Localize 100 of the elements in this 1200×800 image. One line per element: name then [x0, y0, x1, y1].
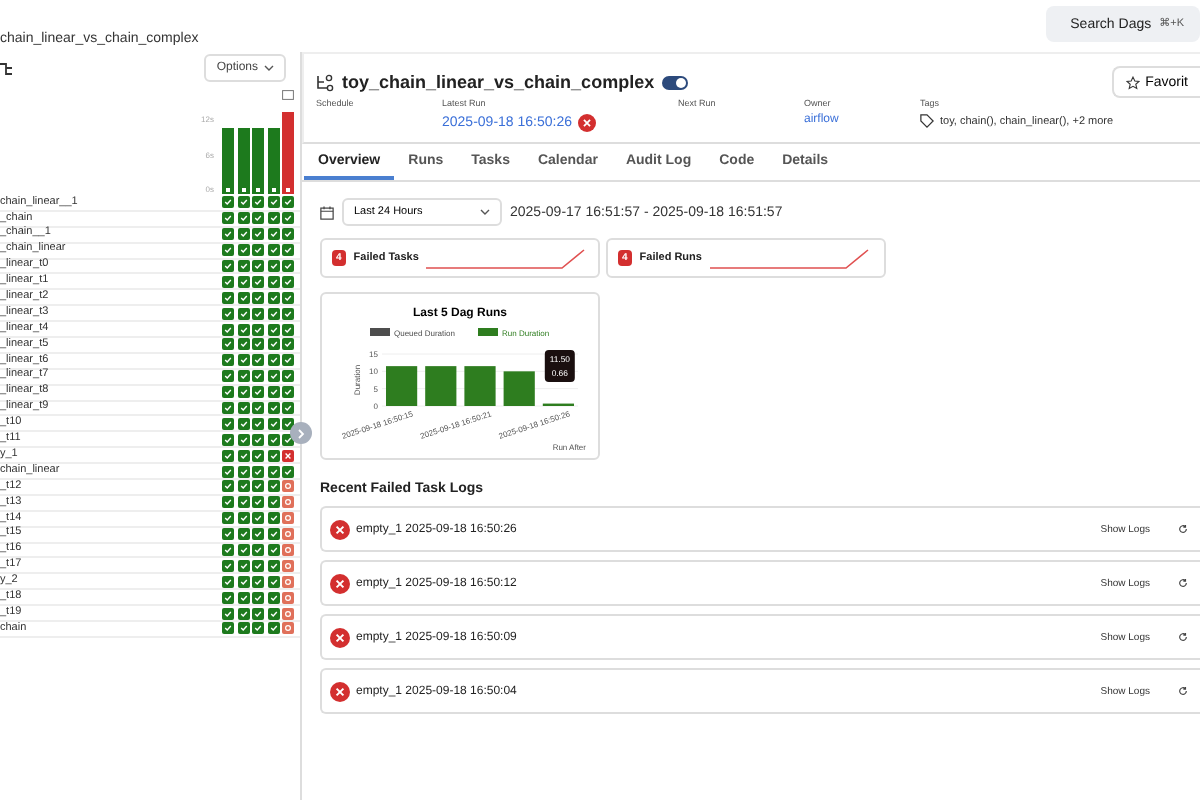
- task-instance-cell[interactable]: [282, 370, 294, 383]
- task-instance-cell[interactable]: [222, 528, 234, 541]
- task-instance-cell[interactable]: [252, 307, 264, 320]
- task-instance-cell[interactable]: [282, 512, 294, 525]
- task-instance-cell[interactable]: [252, 622, 264, 635]
- task-instance-cell[interactable]: [267, 386, 279, 399]
- task-instance-cell[interactable]: [267, 528, 279, 541]
- task-instance-cell[interactable]: [282, 354, 294, 367]
- task-instance-cell[interactable]: [252, 449, 264, 462]
- task-instance-cell[interactable]: [282, 544, 294, 557]
- task-instance-cell[interactable]: [267, 575, 279, 588]
- task-instance-cell[interactable]: [282, 622, 294, 635]
- task-instance-cell[interactable]: [237, 575, 249, 588]
- task-instance-cell[interactable]: [237, 370, 249, 383]
- task-instance-cell[interactable]: [237, 528, 249, 541]
- task-instance-cell[interactable]: [267, 212, 279, 225]
- task-instance-cell[interactable]: [282, 528, 294, 541]
- task-instance-cell[interactable]: [267, 607, 279, 620]
- task-instance-cell[interactable]: [237, 480, 249, 493]
- run-bar[interactable]: [237, 128, 249, 194]
- task-instance-cell[interactable]: [252, 212, 264, 225]
- task-instance-cell[interactable]: [267, 449, 279, 462]
- task-instance-cell[interactable]: [222, 291, 234, 304]
- task-instance-cell[interactable]: [237, 291, 249, 304]
- task-instance-cell[interactable]: [222, 196, 234, 209]
- task-instance-cell[interactable]: [252, 354, 264, 367]
- task-instance-cell[interactable]: [237, 496, 249, 509]
- graph-icon[interactable]: [0, 61, 12, 75]
- task-instance-cell[interactable]: [222, 433, 234, 446]
- task-instance-cell[interactable]: [252, 496, 264, 509]
- task-instance-cell[interactable]: [267, 544, 279, 557]
- task-instance-cell[interactable]: [252, 402, 264, 415]
- task-instance-cell[interactable]: [282, 402, 294, 415]
- task-instance-cell[interactable]: [222, 212, 234, 225]
- task-instance-cell[interactable]: [282, 260, 294, 272]
- task-instance-cell[interactable]: [282, 275, 294, 288]
- task-instance-cell[interactable]: [252, 465, 264, 478]
- task-instance-cell[interactable]: [282, 480, 294, 493]
- task-instance-cell[interactable]: [222, 465, 234, 478]
- task-instance-cell[interactable]: [267, 291, 279, 304]
- task-instance-cell[interactable]: [237, 275, 249, 288]
- task-instance-cell[interactable]: [222, 228, 234, 241]
- task-instance-cell[interactable]: [252, 512, 264, 525]
- task-instance-cell[interactable]: [222, 417, 234, 430]
- task-instance-cell[interactable]: [267, 622, 279, 635]
- task-instance-cell[interactable]: [237, 307, 249, 320]
- task-instance-cell[interactable]: [267, 275, 279, 288]
- task-instance-cell[interactable]: [267, 591, 279, 604]
- task-instance-cell[interactable]: [267, 480, 279, 493]
- task-instance-cell[interactable]: [222, 496, 234, 509]
- task-instance-cell[interactable]: [267, 196, 279, 209]
- task-instance-cell[interactable]: [282, 212, 294, 225]
- task-instance-cell[interactable]: [267, 338, 279, 351]
- task-instance-cell[interactable]: [237, 449, 249, 462]
- task-instance-cell[interactable]: [237, 402, 249, 415]
- task-instance-cell[interactable]: [237, 607, 249, 620]
- active-toggle[interactable]: [662, 75, 689, 89]
- task-instance-cell[interactable]: [222, 512, 234, 525]
- task-instance-cell[interactable]: [237, 465, 249, 478]
- task-instance-cell[interactable]: [237, 338, 249, 351]
- task-instance-cell[interactable]: [237, 433, 249, 446]
- task-instance-cell[interactable]: [282, 196, 294, 209]
- task-instance-cell[interactable]: [282, 433, 294, 446]
- task-instance-cell[interactable]: [267, 433, 279, 446]
- task-instance-cell[interactable]: [252, 559, 264, 572]
- task-instance-cell[interactable]: [222, 323, 234, 336]
- task-instance-cell[interactable]: [237, 244, 249, 257]
- task-instance-cell[interactable]: [252, 417, 264, 430]
- task-instance-cell[interactable]: [222, 370, 234, 383]
- task-instance-cell[interactable]: [252, 607, 264, 620]
- task-instance-cell[interactable]: [252, 433, 264, 446]
- task-instance-cell[interactable]: [282, 323, 294, 336]
- run-bar[interactable]: [267, 128, 279, 194]
- task-instance-cell[interactable]: [222, 575, 234, 588]
- task-instance-cell[interactable]: [282, 465, 294, 478]
- collapse-handle[interactable]: [290, 422, 312, 444]
- task-instance-cell[interactable]: [252, 196, 264, 209]
- task-instance-cell[interactable]: [282, 417, 294, 430]
- task-instance-cell[interactable]: [267, 496, 279, 509]
- task-instance-cell[interactable]: [222, 244, 234, 257]
- task-instance-cell[interactable]: [267, 465, 279, 478]
- task-instance-cell[interactable]: [222, 449, 234, 462]
- task-instance-cell[interactable]: [282, 559, 294, 572]
- task-instance-cell[interactable]: [267, 244, 279, 257]
- task-instance-cell[interactable]: [222, 544, 234, 557]
- task-instance-cell[interactable]: [267, 402, 279, 415]
- task-instance-cell[interactable]: [267, 354, 279, 367]
- task-instance-cell[interactable]: [282, 307, 294, 320]
- task-instance-cell[interactable]: [222, 260, 234, 272]
- task-instance-cell[interactable]: [252, 370, 264, 383]
- task-instance-cell[interactable]: [222, 622, 234, 635]
- task-instance-cell[interactable]: [267, 260, 279, 272]
- task-instance-cell[interactable]: [237, 196, 249, 209]
- task-instance-cell[interactable]: [282, 607, 294, 620]
- task-instance-cell[interactable]: [267, 512, 279, 525]
- task-instance-cell[interactable]: [252, 275, 264, 288]
- task-instance-cell[interactable]: [252, 260, 264, 272]
- task-instance-cell[interactable]: [282, 291, 294, 304]
- task-instance-cell[interactable]: [252, 575, 264, 588]
- task-instance-cell[interactable]: [237, 323, 249, 336]
